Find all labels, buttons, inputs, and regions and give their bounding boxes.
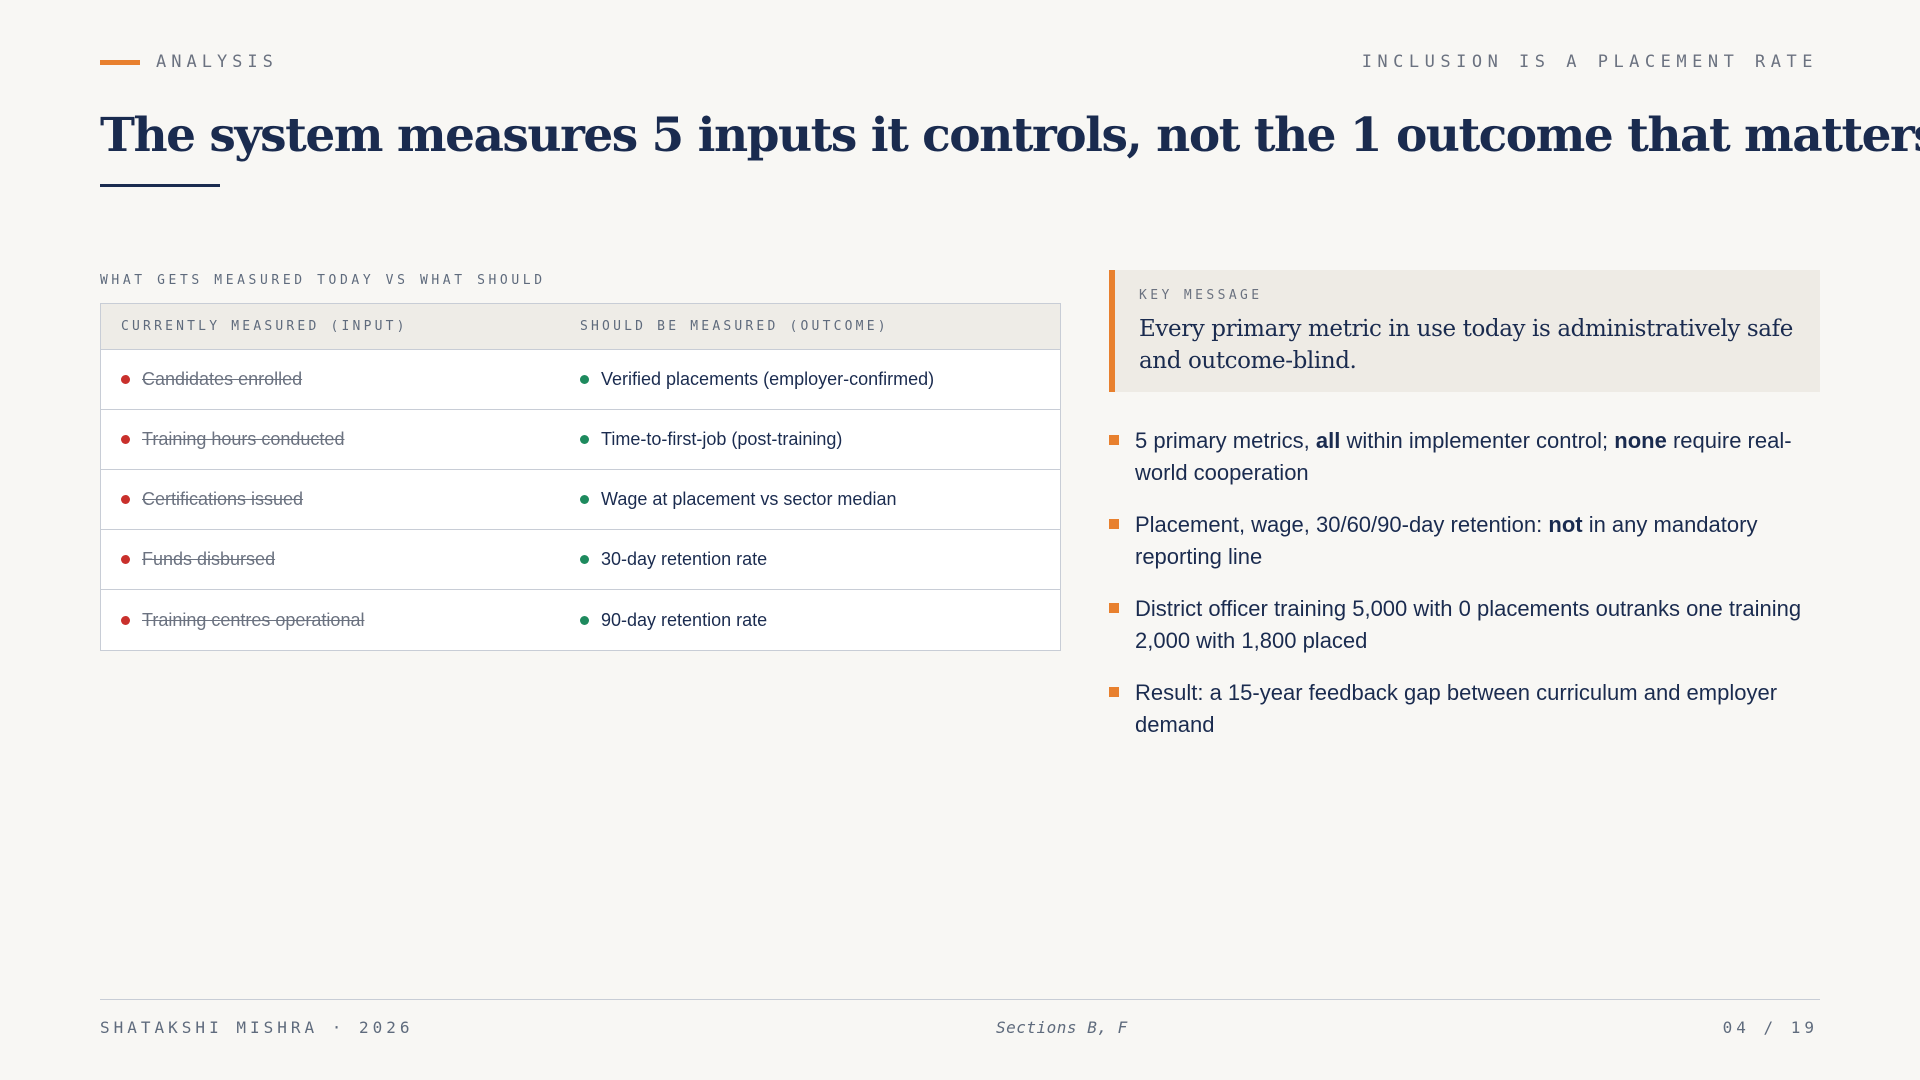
square-bullet-icon (1109, 603, 1119, 613)
bullet-text: District officer training 5,000 with 0 p… (1135, 596, 1802, 653)
table-body: Candidates enrolled Verified placements (… (101, 350, 1060, 650)
square-bullet-icon (1109, 435, 1119, 445)
input-cell: Funds disbursed (101, 549, 580, 570)
input-cell: Training centres operational (101, 610, 580, 631)
input-metric: Training hours conducted (142, 429, 345, 449)
table-row: Training hours conducted Time-to-first-jo… (101, 410, 1060, 470)
section-label-text: ANALYSIS (156, 52, 278, 72)
accent-bar (100, 59, 140, 65)
green-dot-icon (580, 555, 589, 564)
table-caption: WHAT GETS MEASURED TODAY VS WHAT SHOULD (100, 273, 546, 288)
outcome-cell: Wage at placement vs sector median (580, 489, 1060, 510)
bullet-text: Result: a 15-year feedback gap between c… (1135, 680, 1778, 737)
page-title: The system measures 5 inputs it controls… (100, 108, 1920, 163)
outcome-cell: 90-day retention rate (580, 610, 1060, 631)
green-dot-icon (580, 615, 589, 625)
page-number: 04 / 19 (1722, 1018, 1818, 1037)
outcome-metric: Time-to-first-job (post-training) (601, 429, 843, 449)
table-header: CURRENTLY MEASURED (INPUT) SHOULD BE MEA… (101, 304, 1060, 350)
input-cell: Certifications issued (101, 489, 580, 510)
input-cell: Training hours conducted (101, 429, 580, 450)
footer-sections: Sections B, F (996, 1018, 1128, 1037)
deck-title: INCLUSION IS A PLACEMENT RATE (1361, 52, 1818, 72)
key-message-label: KEY MESSAGE (1139, 288, 1263, 303)
table-row: Candidates enrolled Verified placements (… (101, 350, 1060, 410)
table-row: Training centres operational 90-day reten… (101, 590, 1060, 650)
outcome-metric: Wage at placement vs sector median (601, 489, 897, 509)
footer-author: SHATAKSHI MISHRA · 2026 (100, 1018, 414, 1037)
header-outcome-column: SHOULD BE MEASURED (OUTCOME) (580, 319, 889, 334)
title-underline (100, 184, 220, 187)
green-dot-icon (580, 495, 589, 504)
input-metric: Candidates enrolled (142, 369, 303, 389)
bullet-item: Placement, wage, 30/60/90-day retention:… (1109, 509, 1829, 573)
input-metric: Certifications issued (142, 489, 304, 509)
bullet-item: Result: a 15-year feedback gap between c… (1109, 677, 1829, 741)
bullet-item: 5 primary metrics, all within implemente… (1109, 425, 1829, 489)
section-label: ANALYSIS (100, 52, 278, 72)
key-message-text: Every primary metric in use today is adm… (1139, 316, 1793, 374)
footer-divider (100, 999, 1820, 1000)
bullet-item: District officer training 5,000 with 0 p… (1109, 593, 1829, 657)
red-dot-icon (121, 495, 130, 504)
red-dot-icon (121, 615, 130, 625)
input-metric: Training centres operational (142, 609, 365, 630)
bullet-list: 5 primary metrics, all within implemente… (1109, 425, 1829, 761)
green-dot-icon (580, 435, 589, 444)
outcome-metric: Verified placements (employer-confirmed) (601, 369, 935, 389)
outcome-cell: Time-to-first-job (post-training) (580, 429, 1060, 450)
table-row: Funds disbursed 30-day retention rate (101, 530, 1060, 590)
bullet-text: 5 primary metrics, all within implemente… (1135, 428, 1792, 485)
square-bullet-icon (1109, 687, 1119, 697)
outcome-metric: 30-day retention rate (601, 549, 768, 569)
comparison-table: CURRENTLY MEASURED (INPUT) SHOULD BE MEA… (100, 303, 1061, 651)
input-metric: Funds disbursed (142, 549, 276, 569)
key-message-box: KEY MESSAGE Every primary metric in use … (1109, 270, 1820, 392)
red-dot-icon (121, 375, 130, 384)
table-row: Certifications issued Wage at placement v… (101, 470, 1060, 530)
header-input-column: CURRENTLY MEASURED (INPUT) (121, 319, 408, 334)
bullet-text: Placement, wage, 30/60/90-day retention:… (1135, 512, 1758, 569)
outcome-cell: Verified placements (employer-confirmed) (580, 369, 1060, 390)
green-dot-icon (580, 375, 589, 384)
red-dot-icon (121, 435, 130, 444)
outcome-cell: 30-day retention rate (580, 549, 1060, 570)
red-dot-icon (121, 555, 130, 564)
input-cell: Candidates enrolled (101, 369, 580, 390)
outcome-metric: 90-day retention rate (601, 609, 768, 630)
square-bullet-icon (1109, 519, 1119, 529)
